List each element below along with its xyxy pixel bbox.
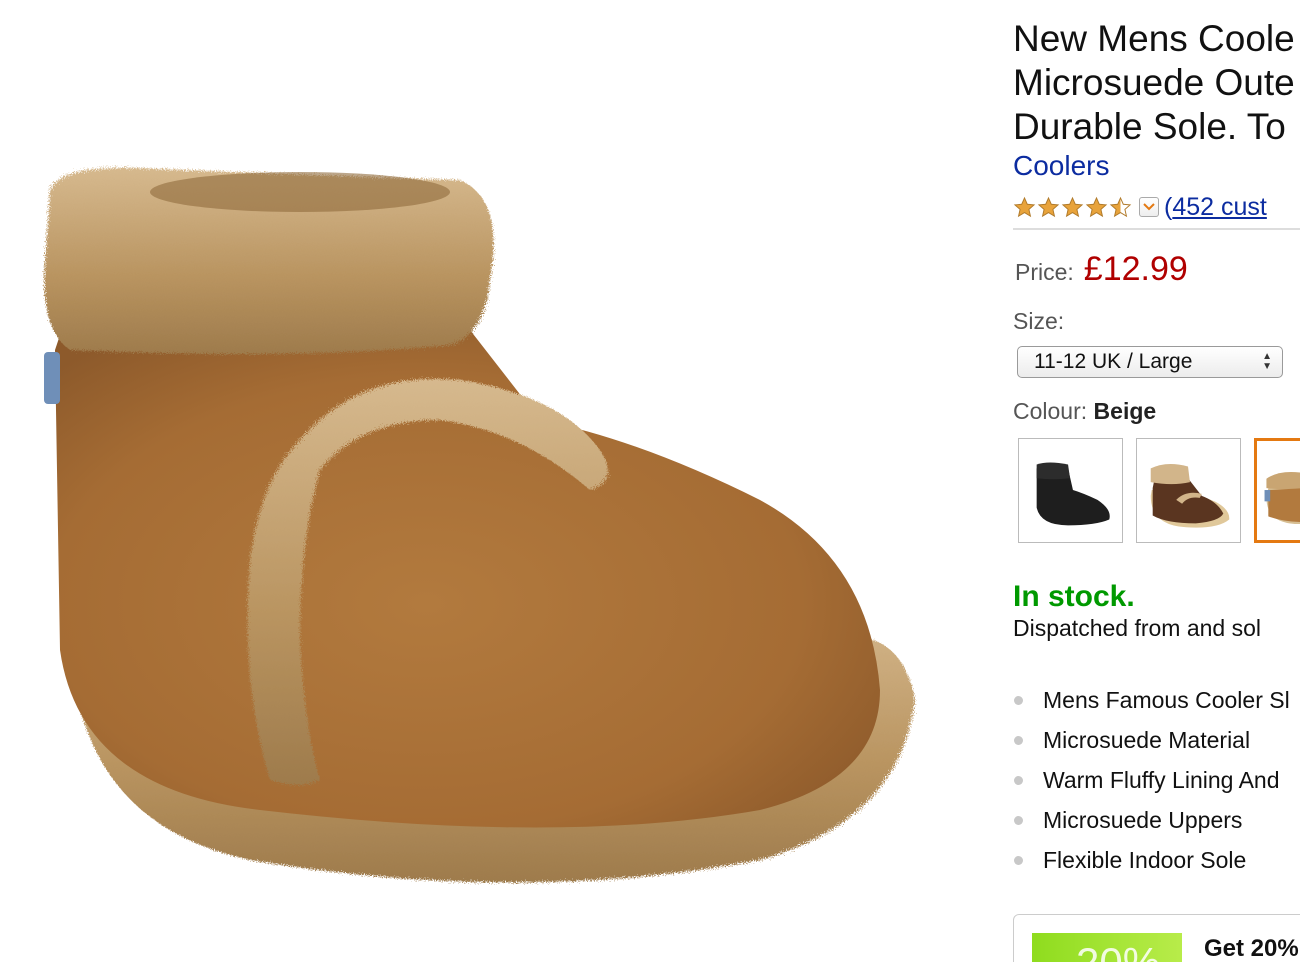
promo-banner[interactable]: 20% Get 20% [1013, 914, 1300, 962]
colour-selected-value: Beige [1093, 398, 1157, 424]
star-icon [1061, 196, 1084, 217]
reviews-link[interactable]: (452 cust [1164, 193, 1267, 222]
bullet-icon [1014, 855, 1023, 865]
bullet-icon [1014, 775, 1023, 785]
colour-swatch-black[interactable] [1018, 438, 1123, 543]
reviews-count[interactable]: 452 cust [1172, 193, 1267, 221]
size-select[interactable]: 11-12 UK / Large ▲ ▼ [1017, 346, 1283, 378]
star-icon [1013, 196, 1036, 217]
promo-badge: 20% [1032, 933, 1182, 962]
list-item: Mens Famous Cooler Sl [1013, 680, 1290, 720]
bullet-icon [1014, 735, 1023, 745]
list-item: Warm Fluffy Lining And [1013, 760, 1290, 800]
divider [1013, 228, 1300, 230]
feature-text: Microsuede Uppers [1043, 806, 1243, 833]
promo-text: Get 20% [1204, 935, 1299, 962]
star-icon [1037, 196, 1060, 217]
stock-status: In stock. [1013, 580, 1135, 613]
bullet-icon [1014, 815, 1023, 825]
feature-text: Microsuede Material [1043, 726, 1251, 753]
bullet-icon [1014, 695, 1023, 705]
colour-swatch-beige[interactable] [1254, 438, 1300, 543]
star-icon [1109, 196, 1132, 217]
size-label: Size: [1013, 308, 1065, 334]
dispatch-info: Dispatched from and sol [1013, 615, 1262, 641]
feature-text: Flexible Indoor Sole [1043, 846, 1247, 873]
price-label: Price: [1015, 259, 1074, 285]
rating-row: (452 cust [1013, 190, 1267, 224]
star-icon [1085, 196, 1108, 217]
list-item: Flexible Indoor Sole [1013, 840, 1290, 880]
feature-list: Mens Famous Cooler Sl Microsuede Materia… [1013, 680, 1290, 880]
main-product-image[interactable] [0, 0, 960, 962]
star-rating[interactable] [1013, 196, 1133, 219]
product-title: New Mens Coole Microsuede Oute Durable S… [1013, 17, 1300, 149]
product-title-line: New Mens Coole [1013, 18, 1295, 59]
up-down-arrows-icon: ▲ ▼ [1262, 351, 1272, 372]
brand-link[interactable]: Coolers [1013, 150, 1109, 182]
price-row: Price: £12.99 [1015, 250, 1188, 289]
price-value: £12.99 [1083, 250, 1188, 288]
chevron-down-icon[interactable] [1139, 197, 1159, 217]
product-title-line: Durable Sole. To [1013, 106, 1286, 147]
colour-row: Colour: Beige [1013, 398, 1156, 425]
colour-label: Colour: [1013, 398, 1088, 424]
slipper-boot-image [44, 167, 915, 883]
list-item: Microsuede Material [1013, 720, 1290, 760]
feature-text: Mens Famous Cooler Sl [1043, 686, 1290, 713]
promo-badge-text: 20% [1076, 939, 1160, 962]
product-title-line: Microsuede Oute [1013, 62, 1295, 103]
size-selected-value: 11-12 UK / Large [1034, 350, 1193, 373]
colour-swatch-brown[interactable] [1136, 438, 1241, 543]
feature-text: Warm Fluffy Lining And [1043, 766, 1280, 793]
product-details-panel: New Mens Coole Microsuede Oute Durable S… [1013, 0, 1300, 962]
list-item: Microsuede Uppers [1013, 800, 1290, 840]
